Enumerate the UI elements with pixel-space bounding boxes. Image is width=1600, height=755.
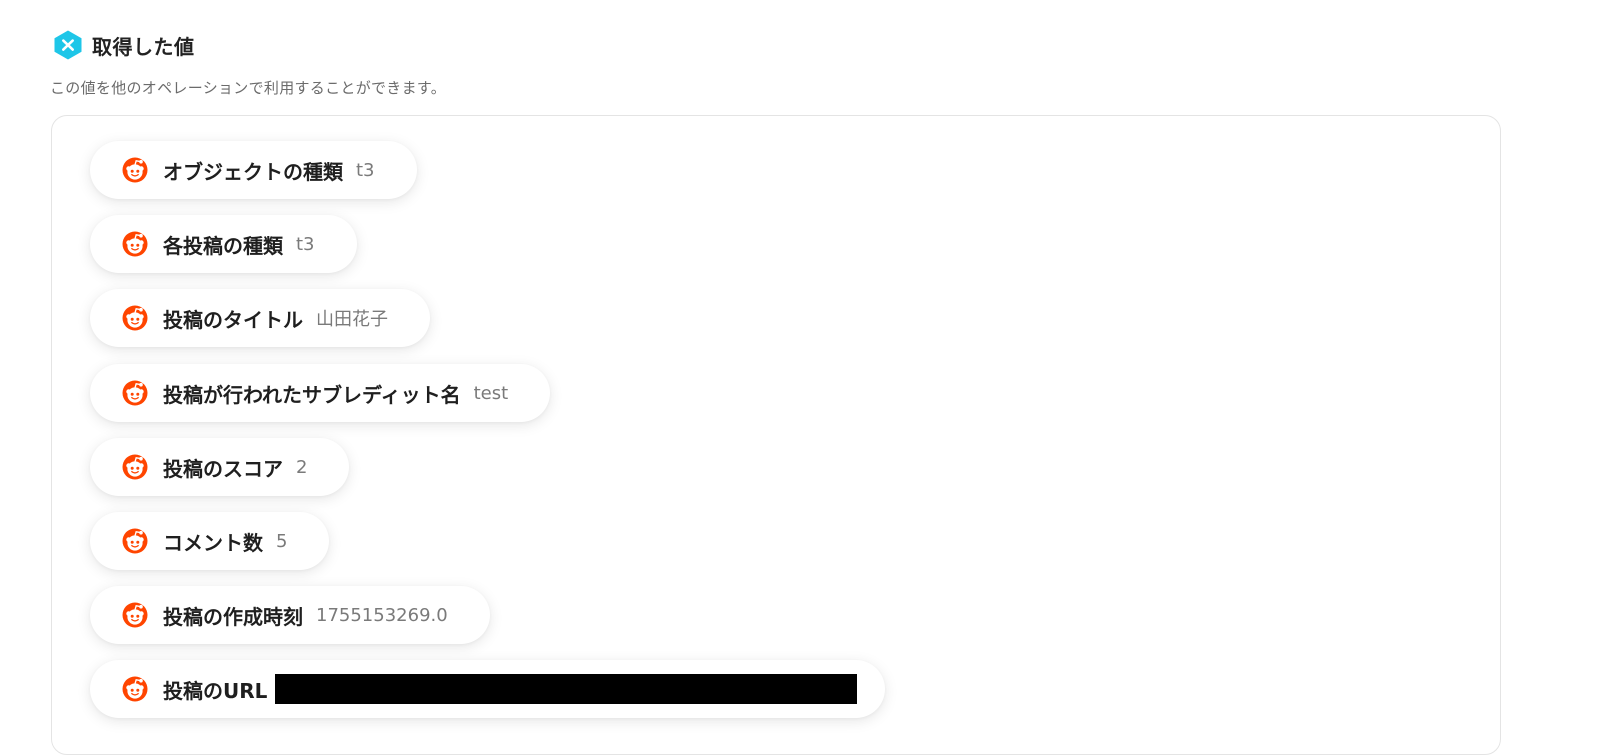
section-title: 取得した値: [92, 34, 195, 59]
value-chip-label: 各投稿の種類: [163, 233, 283, 258]
reddit-icon: [122, 157, 148, 183]
value-chip-value: 2: [296, 456, 308, 478]
value-chip[interactable]: 投稿が行われたサブレディット名 test: [90, 364, 551, 422]
value-chip[interactable]: オブジェクトの種類 t3: [90, 141, 417, 199]
value-chip-value: 山田花子: [316, 309, 388, 330]
reddit-icon: [122, 602, 148, 628]
value-chip-label: 投稿が行われたサブレディット名: [163, 382, 461, 407]
yoom-logo-icon: [54, 30, 82, 60]
value-chip-value: test: [473, 382, 509, 404]
value-chip[interactable]: 投稿のURL: [90, 660, 886, 718]
section-header: 取得した値: [52, 28, 195, 62]
value-chip-label: コメント数: [163, 530, 263, 555]
value-chip-label: 投稿のスコア: [163, 456, 283, 481]
section-description: この値を他のオペレーションで利用することができます。: [50, 79, 447, 97]
value-chip-value: 5: [276, 530, 288, 552]
redacted-value: [275, 674, 858, 704]
reddit-icon: [122, 676, 148, 702]
values-panel: [51, 115, 1501, 755]
value-chip-value: t3: [356, 159, 375, 181]
value-chip-label: 投稿のタイトル: [163, 307, 303, 332]
value-chip-label: 投稿のURL: [163, 678, 268, 703]
value-chip[interactable]: 各投稿の種類 t3: [90, 215, 357, 273]
reddit-icon: [122, 454, 148, 480]
reddit-icon: [122, 380, 148, 406]
value-chip[interactable]: 投稿のスコア 2: [90, 438, 350, 496]
value-chip-label: 投稿の作成時刻: [163, 604, 303, 629]
reddit-icon: [122, 231, 148, 257]
reddit-icon: [122, 305, 148, 331]
reddit-icon: [122, 528, 148, 554]
value-chip-value: t3: [296, 233, 315, 255]
value-chip[interactable]: コメント数 5: [90, 512, 330, 570]
value-chip-value: 1755153269.0: [316, 604, 448, 626]
value-chip[interactable]: 投稿のタイトル 山田花子: [90, 289, 430, 347]
value-chip[interactable]: 投稿の作成時刻 1755153269.0: [90, 586, 490, 644]
value-chip-label: オブジェクトの種類: [163, 159, 343, 184]
